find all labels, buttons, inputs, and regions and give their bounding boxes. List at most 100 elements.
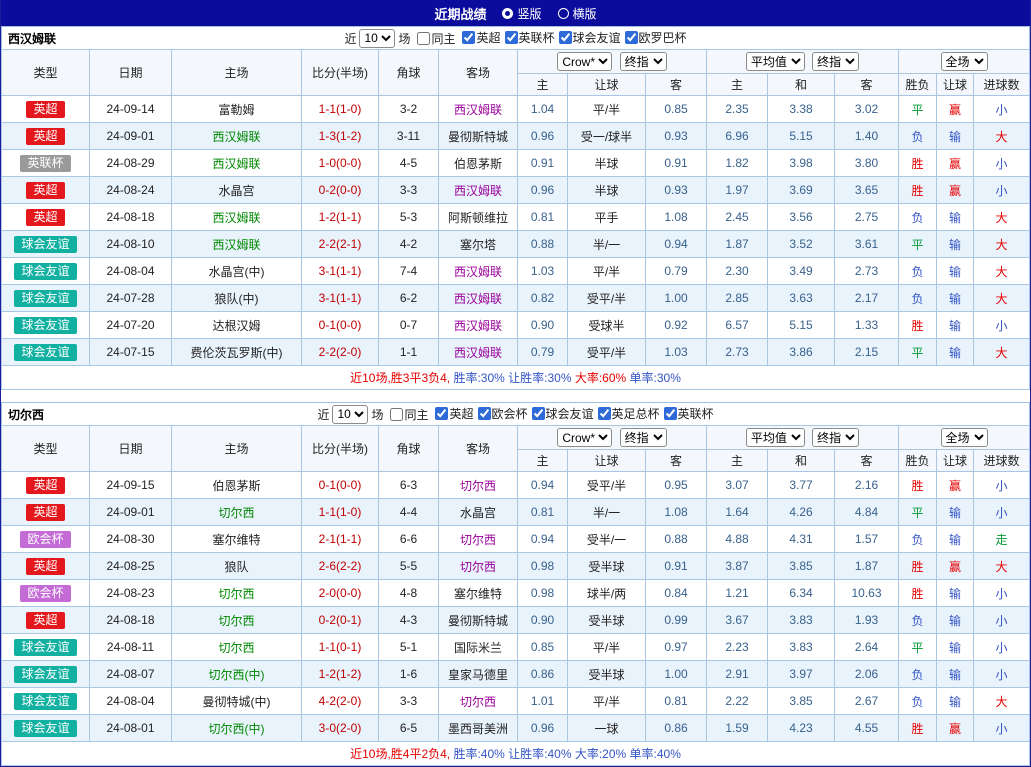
home-team: 切尔西 <box>172 634 302 661</box>
match-row: 英超24-09-01西汉姆联1-3(1-2)3-11曼彻斯特城0.96受一/球半… <box>2 123 1030 150</box>
euro-away-odds: 3.61 <box>835 231 899 258</box>
euro-draw-odds: 3.77 <box>768 472 835 499</box>
asian-home-odds: 0.86 <box>518 661 568 688</box>
match-row: 球会友谊24-08-04水晶宫(中)3-1(1-1)7-4西汉姆联1.03平/半… <box>2 258 1030 285</box>
asian-away-odds: 0.99 <box>646 607 707 634</box>
euro-draw-odds: 6.34 <box>768 580 835 607</box>
subcol-winlose: 胜负 <box>899 450 937 472</box>
league-filter[interactable]: 球会友谊 <box>559 29 621 46</box>
match-rows: 英超24-09-14富勒姆1-1(1-0)3-2西汉姆联1.04平/半0.852… <box>2 96 1030 366</box>
asian-home-odds: 0.90 <box>518 607 568 634</box>
league-checkbox[interactable] <box>625 31 638 44</box>
league-filter[interactable]: 球会友谊 <box>532 405 594 422</box>
euro-home-odds: 1.97 <box>707 177 768 204</box>
euro-draw-odds: 3.85 <box>768 688 835 715</box>
match-type-badge: 英超 <box>26 612 64 629</box>
league-checkbox[interactable] <box>435 407 448 420</box>
league-filter[interactable]: 英超 <box>435 405 473 422</box>
result-handicap: 赢 <box>937 715 974 742</box>
same-home-filter[interactable]: 同主 <box>390 406 428 423</box>
layout-radio-horizontal[interactable]: 横版 <box>558 5 597 22</box>
euro-home-odds: 2.45 <box>707 204 768 231</box>
match-date: 24-08-11 <box>90 634 172 661</box>
corners: 4-4 <box>379 499 439 526</box>
col-type: 类型 <box>2 426 90 472</box>
asian-handicap: 平/半 <box>568 96 646 123</box>
result-winlose: 平 <box>899 634 937 661</box>
match-type-cell: 欧会杯 <box>2 526 90 553</box>
euro-odds-header: 平均值 终指 <box>707 50 899 74</box>
euro-odds-stage-select[interactable]: 终指 <box>812 428 859 447</box>
result-winlose: 胜 <box>899 715 937 742</box>
league-checkbox[interactable] <box>598 407 611 420</box>
same-home-filter[interactable]: 同主 <box>417 30 455 47</box>
euro-odds-stage-select[interactable]: 终指 <box>812 52 859 71</box>
asian-away-odds: 0.97 <box>646 634 707 661</box>
match-row: 英超24-08-24水晶宫0-2(0-0)3-3西汉姆联0.96半球0.931.… <box>2 177 1030 204</box>
euro-away-odds: 1.93 <box>835 607 899 634</box>
league-checkbox[interactable] <box>462 31 475 44</box>
match-type-cell: 英超 <box>2 204 90 231</box>
euro-company-select[interactable]: 平均值 <box>746 428 805 447</box>
result-handicap: 输 <box>937 285 974 312</box>
result-handicap: 赢 <box>937 177 974 204</box>
corners: 4-3 <box>379 607 439 634</box>
sections-container: 西汉姆联 近 10 场 同主 英超英联杯球会友谊欧罗巴杯 类型 日期 主场 比分… <box>1 26 1030 766</box>
match-count-select[interactable]: 10 <box>359 29 395 48</box>
match-row: 球会友谊24-08-01切尔西(中)3-0(2-0)6-5墨西哥美洲0.96一球… <box>2 715 1030 742</box>
bookmaker-select[interactable]: Crow* <box>557 52 612 71</box>
asian-handicap: 平/半 <box>568 634 646 661</box>
euro-home-odds: 2.23 <box>707 634 768 661</box>
asian-odds-stage-select[interactable]: 终指 <box>620 428 667 447</box>
league-checkbox[interactable] <box>664 407 677 420</box>
match-date: 24-09-15 <box>90 472 172 499</box>
asian-home-odds: 0.88 <box>518 231 568 258</box>
match-row: 英超24-08-25狼队2-6(2-2)5-5切尔西0.98受半球0.913.8… <box>2 553 1030 580</box>
match-row: 英超24-08-18西汉姆联1-2(1-1)5-3阿斯顿维拉0.81平手1.08… <box>2 204 1030 231</box>
asian-away-odds: 0.93 <box>646 177 707 204</box>
euro-home-odds: 1.87 <box>707 231 768 258</box>
away-team: 切尔西 <box>439 472 518 499</box>
same-home-checkbox[interactable] <box>417 32 430 45</box>
team-section: 西汉姆联 近 10 场 同主 英超英联杯球会友谊欧罗巴杯 类型 日期 主场 比分… <box>1 26 1030 390</box>
asian-handicap: 球半/两 <box>568 580 646 607</box>
asian-odds-stage-select[interactable]: 终指 <box>620 52 667 71</box>
result-goals: 大 <box>974 553 1030 580</box>
corners: 3-2 <box>379 96 439 123</box>
result-goals: 大 <box>974 258 1030 285</box>
result-scope-select[interactable]: 全场 <box>941 428 988 447</box>
euro-away-odds: 2.67 <box>835 688 899 715</box>
euro-home-odds: 6.96 <box>707 123 768 150</box>
league-filter[interactable]: 英联杯 <box>664 405 714 422</box>
league-checkbox[interactable] <box>559 31 572 44</box>
col-away: 客场 <box>439 426 518 472</box>
match-date: 24-08-18 <box>90 607 172 634</box>
league-filter[interactable]: 英足总杯 <box>598 405 660 422</box>
same-home-checkbox[interactable] <box>390 408 403 421</box>
euro-away-odds: 3.65 <box>835 177 899 204</box>
league-filter[interactable]: 英联杯 <box>505 29 555 46</box>
asian-away-odds: 0.86 <box>646 715 707 742</box>
asian-handicap: 受平/半 <box>568 339 646 366</box>
layout-radio-vertical[interactable]: 竖版 <box>502 5 541 22</box>
euro-company-select[interactable]: 平均值 <box>746 52 805 71</box>
league-checkbox[interactable] <box>532 407 545 420</box>
league-filter[interactable]: 欧罗巴杯 <box>625 29 687 46</box>
league-checkbox[interactable] <box>505 31 518 44</box>
match-count-select[interactable]: 10 <box>332 405 368 424</box>
col-corner: 角球 <box>379 426 439 472</box>
result-handicap: 输 <box>937 312 974 339</box>
match-type-cell: 球会友谊 <box>2 715 90 742</box>
match-row: 球会友谊24-07-28狼队(中)3-1(1-1)6-2西汉姆联0.82受平/半… <box>2 285 1030 312</box>
bookmaker-select[interactable]: Crow* <box>557 428 612 447</box>
league-filter[interactable]: 欧会杯 <box>478 405 528 422</box>
col-corner: 角球 <box>379 50 439 96</box>
euro-draw-odds: 3.83 <box>768 607 835 634</box>
subcol-euro-draw: 和 <box>768 74 835 96</box>
col-type: 类型 <box>2 50 90 96</box>
league-checkbox[interactable] <box>478 407 491 420</box>
euro-home-odds: 2.85 <box>707 285 768 312</box>
league-filter[interactable]: 英超 <box>462 29 500 46</box>
result-scope-select[interactable]: 全场 <box>941 52 988 71</box>
euro-draw-odds: 4.23 <box>768 715 835 742</box>
